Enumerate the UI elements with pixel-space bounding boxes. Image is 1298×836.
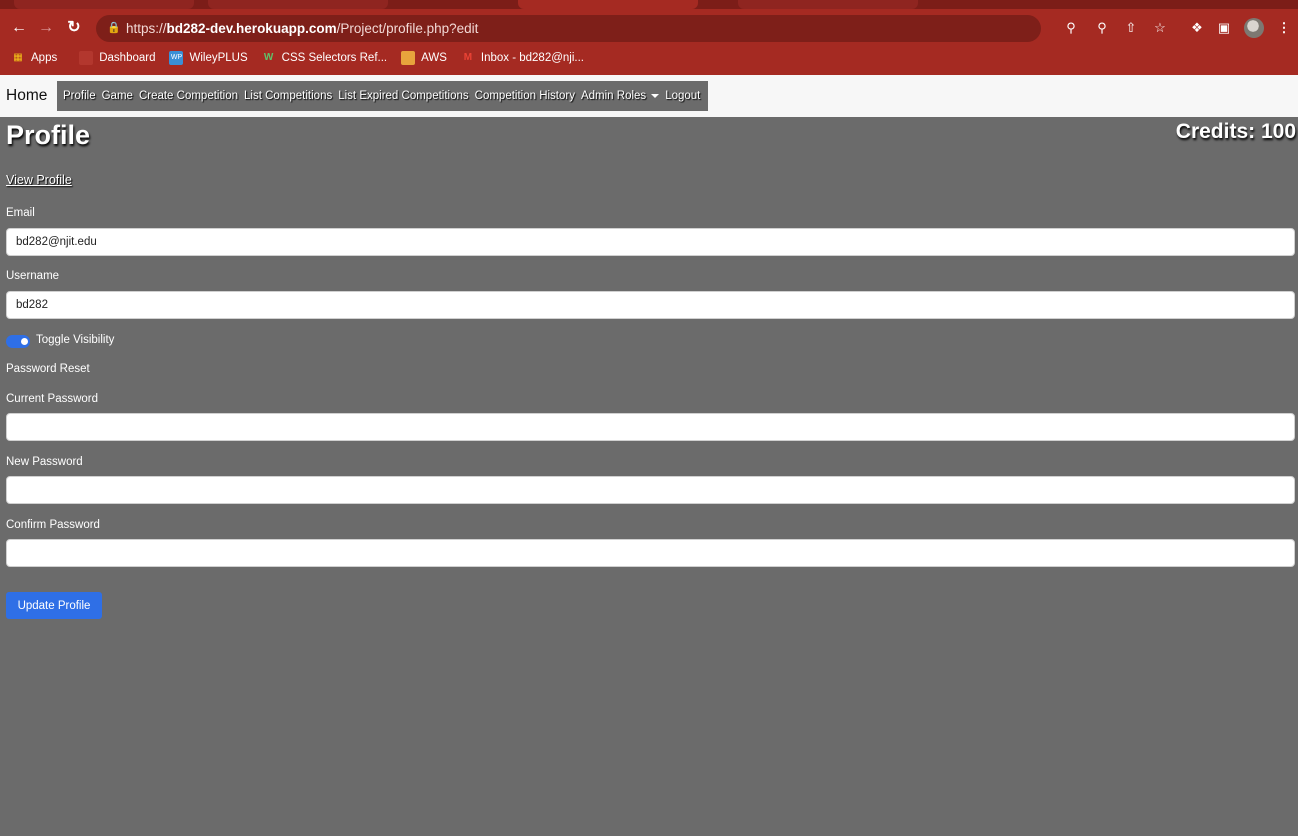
current-password-field[interactable] xyxy=(6,413,1295,441)
new-password-field[interactable] xyxy=(6,476,1295,504)
tab-strip xyxy=(0,0,1298,9)
email-field[interactable] xyxy=(6,228,1295,256)
bookmarks-bar: ▦ Apps Dashboard WP WileyPLUS W CSS Sele… xyxy=(0,47,1298,69)
lock-icon: 🔒 xyxy=(107,22,121,34)
bookmark-label: Inbox - bd282@nji... xyxy=(480,52,584,64)
forward-arrow-icon[interactable]: → xyxy=(36,16,56,40)
url-scheme: https:// xyxy=(126,21,167,36)
username-label: Username xyxy=(6,270,60,282)
bookmark-dashboard[interactable]: Dashboard xyxy=(79,51,155,65)
site-navbar: Home Profile Game Create Competition Lis… xyxy=(0,75,1298,117)
bookmark-label: WileyPLUS xyxy=(189,52,248,64)
share-icon[interactable]: ⇧ xyxy=(1120,16,1142,40)
browser-tab-active[interactable] xyxy=(518,0,698,9)
bookmark-label: AWS xyxy=(421,52,447,64)
browser-menu-icon[interactable]: ⋮ xyxy=(1273,16,1295,40)
nav-logout-link[interactable]: Logout xyxy=(665,90,700,102)
nav-game-link[interactable]: Game xyxy=(102,90,133,102)
wileyplus-icon: WP xyxy=(169,51,184,65)
reload-icon[interactable]: ↻ xyxy=(64,16,84,40)
nav-list-expired-competitions-link[interactable]: List Expired Competitions xyxy=(338,90,468,102)
credits-display: Credits: 100 xyxy=(1175,120,1296,143)
side-panel-icon[interactable]: ▣ xyxy=(1213,16,1235,40)
bookmark-star-icon[interactable]: ☆ xyxy=(1149,16,1171,40)
current-password-label: Current Password xyxy=(6,393,99,405)
extensions-puzzle-icon[interactable]: ❖ xyxy=(1186,16,1208,40)
nav-links: Profile Game Create Competition List Com… xyxy=(57,81,709,111)
w3-icon: W xyxy=(263,52,274,63)
password-reset-heading: Password Reset xyxy=(6,363,90,375)
bookmark-inbox[interactable]: M Inbox - bd282@nji... xyxy=(461,51,584,65)
admin-roles-label: Admin Roles xyxy=(580,90,647,102)
caret-down-icon xyxy=(651,93,660,98)
key-icon[interactable]: ⚲ xyxy=(1060,16,1082,40)
toggle-knob xyxy=(21,338,28,345)
gmail-icon: M xyxy=(463,52,473,63)
bookmark-label: Apps xyxy=(31,52,58,64)
toggle-visibility-label: Toggle Visibility xyxy=(36,334,115,346)
update-profile-button[interactable]: Update Profile xyxy=(6,592,102,619)
bookmark-label: Dashboard xyxy=(99,52,156,64)
profile-page: Profile Credits: 100 View Profile Email … xyxy=(0,117,1298,836)
browser-tab[interactable] xyxy=(14,0,194,9)
email-label: Email xyxy=(6,207,35,219)
visibility-toggle[interactable] xyxy=(6,335,30,348)
url-path: /Project/profile.php?edit xyxy=(336,21,479,36)
view-profile-link[interactable]: View Profile xyxy=(6,173,72,187)
address-bar[interactable]: 🔒 https://bd282-dev.herokuapp.com/Projec… xyxy=(96,15,1041,42)
bookmark-label: CSS Selectors Ref... xyxy=(281,52,388,64)
aws-box-icon xyxy=(401,51,416,65)
browser-toolbar: ← → ↻ 🔒 https://bd282-dev.herokuapp.com/… xyxy=(0,12,1298,44)
nav-home-link[interactable]: Home xyxy=(6,87,47,105)
nav-admin-roles-dropdown[interactable]: Admin Roles xyxy=(580,90,660,102)
page-title: Profile xyxy=(6,120,91,150)
nav-create-competition-link[interactable]: Create Competition xyxy=(139,90,238,102)
browser-tab[interactable] xyxy=(738,0,918,9)
nav-list-competitions-link[interactable]: List Competitions xyxy=(244,90,332,102)
confirm-password-label: Confirm Password xyxy=(6,519,100,531)
apps-grid-icon: ▦ xyxy=(13,52,23,63)
username-field[interactable] xyxy=(6,291,1295,319)
url-host: bd282-dev.herokuapp.com xyxy=(166,21,337,36)
bookmark-css-selectors[interactable]: W CSS Selectors Ref... xyxy=(262,51,387,65)
zoom-search-icon[interactable]: ⚲ xyxy=(1091,16,1113,40)
new-password-label: New Password xyxy=(6,456,83,468)
browser-chrome: ← → ↻ 🔒 https://bd282-dev.herokuapp.com/… xyxy=(0,0,1298,75)
nav-profile-link[interactable]: Profile xyxy=(63,90,96,102)
bookmark-wileyplus[interactable]: WP WileyPLUS xyxy=(169,51,248,65)
dashboard-icon xyxy=(79,51,94,65)
browser-tab[interactable] xyxy=(208,0,388,9)
back-arrow-icon[interactable]: ← xyxy=(9,16,29,40)
confirm-password-field[interactable] xyxy=(6,539,1295,567)
nav-competition-history-link[interactable]: Competition History xyxy=(475,90,575,102)
bookmark-apps[interactable]: ▦ Apps xyxy=(11,51,57,65)
bookmark-aws[interactable]: AWS xyxy=(401,51,447,65)
profile-avatar[interactable] xyxy=(1244,18,1264,38)
